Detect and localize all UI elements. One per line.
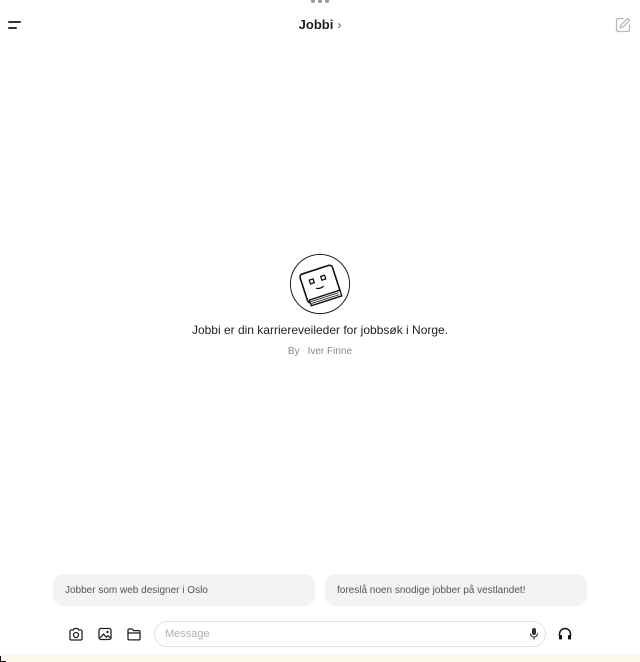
window-bottom-edge: [0, 654, 640, 662]
suggestion-chip[interactable]: foreslå noen snodige jobber på vestlande…: [325, 574, 587, 606]
sidebar-menu-icon[interactable]: [8, 16, 26, 34]
gpt-description: Jobbi er din karriereveileder for jobbsø…: [191, 323, 449, 337]
photo-library-icon[interactable]: [97, 626, 113, 642]
camera-icon[interactable]: [68, 626, 84, 642]
headphones-icon[interactable]: [557, 626, 573, 642]
window-drag-handle[interactable]: [311, 0, 329, 3]
suggestion-chip[interactable]: Jobber som web designer i Oslo: [53, 574, 315, 606]
new-chat-icon[interactable]: [614, 16, 632, 34]
by-label: By: [287, 346, 300, 357]
robot-face-icon: [291, 255, 349, 313]
author-name[interactable]: Iver Finne: [308, 346, 352, 357]
folder-icon[interactable]: [126, 626, 142, 642]
gpt-byline: By Iver Finne: [0, 346, 640, 357]
app-window: Jobbi › Jobbi er din karriereveileder fo…: [0, 0, 640, 662]
page-title: Jobbi: [298, 17, 334, 32]
microphone-icon[interactable]: [528, 627, 540, 641]
gpt-intro: Jobbi er din karriereveileder for jobbsø…: [0, 254, 640, 357]
message-input[interactable]: [154, 621, 546, 647]
gpt-avatar: [290, 254, 350, 314]
chevron-right-icon: ›: [337, 17, 342, 32]
resize-corner-icon[interactable]: [0, 656, 6, 662]
message-composer: [66, 621, 580, 647]
suggestion-list: Jobber som web designer i Oslo foreslå n…: [53, 574, 587, 606]
top-bar: Jobbi ›: [0, 12, 640, 40]
gpt-title-button[interactable]: Jobbi ›: [299, 17, 342, 32]
